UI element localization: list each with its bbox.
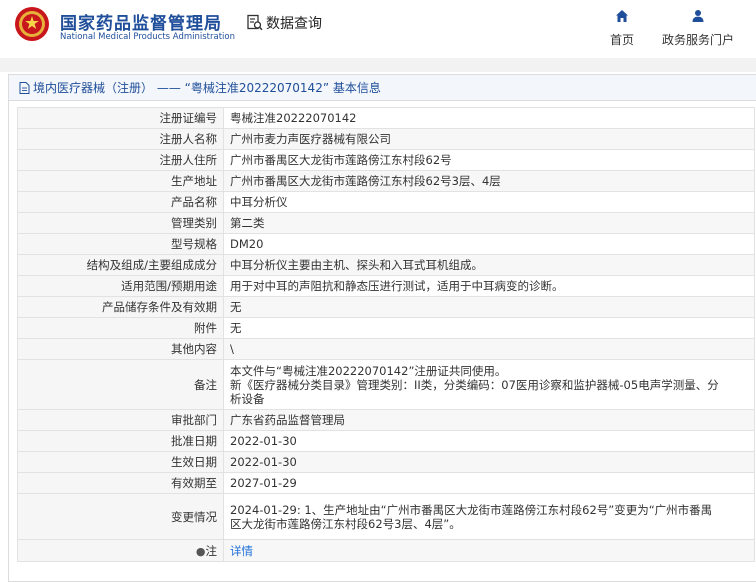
brand-name-cn: 国家药品监督管理局: [60, 14, 222, 34]
field-label: 审批部门: [17, 409, 224, 431]
detail-panel: 境内医疗器械（注册） —— “粤械注准20222070142” 基本信息 注册证…: [8, 74, 756, 582]
note-label: 注: [205, 543, 218, 558]
table-row: 生效日期 2022-01-30: [17, 451, 755, 473]
panel-title: 境内医疗器械（注册） —— “粤械注准20222070142” 基本信息: [33, 81, 381, 95]
field-label: 产品储存条件及有效期: [17, 296, 224, 318]
nav-home-label: 首页: [609, 33, 634, 47]
details-link[interactable]: 详情: [230, 544, 253, 558]
field-value: 本文件与“粤械注准20222070142”注册证共同使用。 新《医疗器械分类目录…: [223, 359, 755, 410]
field-value: 中耳分析仪: [223, 191, 755, 213]
header-divider-band: [0, 58, 756, 72]
nav-service-portal[interactable]: 政务服务门户: [658, 8, 738, 48]
field-value: 2027-01-29: [223, 472, 755, 494]
field-label: 结构及组成/主要组成成分: [17, 254, 224, 276]
field-value: \: [223, 338, 755, 360]
field-value: 中耳分析仪主要由主机、探头和入耳式耳机组成。: [223, 254, 755, 276]
field-value: 用于对中耳的声阻抗和静态压进行测试，适用于中耳病变的诊断。: [223, 275, 755, 297]
table-row: 结构及组成/主要组成成分 中耳分析仪主要由主机、探头和入耳式耳机组成。: [17, 254, 755, 276]
field-value: 详情: [223, 539, 755, 562]
user-icon: [692, 10, 704, 22]
table-row: 批准日期 2022-01-30: [17, 430, 755, 452]
change-line: 2024-01-29: 1、生产地址由“广州市番禺区大龙街市莲路傍江东村段62号…: [230, 502, 713, 517]
table-row: 附件 无: [17, 317, 755, 339]
field-label: 适用范围/预期用途: [17, 275, 224, 297]
table-row: ●注 详情: [17, 539, 755, 562]
field-label: 注册人住所: [17, 149, 224, 171]
lightbulb-icon: ●: [195, 544, 206, 558]
table-row: 注册人名称 广州市麦力声医疗器械有限公司: [17, 128, 755, 150]
panel-title-bar: 境内医疗器械（注册） —— “粤械注准20222070142” 基本信息: [9, 75, 756, 101]
data-query-label: 数据查询: [266, 16, 322, 32]
field-value: 广州市麦力声医疗器械有限公司: [223, 128, 755, 150]
table-row: 产品储存条件及有效期 无: [17, 296, 755, 318]
remark-line: 析设备: [230, 391, 265, 406]
field-label: ●注: [17, 539, 224, 562]
remark-line: 本文件与“粤械注准20222070142”注册证共同使用。: [230, 363, 507, 378]
site-header: 国家药品监督管理局 National Medical Products Admi…: [0, 0, 756, 56]
field-label: 管理类别: [17, 212, 224, 234]
table-row: 其他内容 \: [17, 338, 755, 360]
table-row: 注册证编号 粤械注准20222070142: [17, 107, 755, 129]
field-value: 2024-01-29: 1、生产地址由“广州市番禺区大龙街市莲路傍江东村段62号…: [223, 493, 755, 540]
table-row: 型号规格 DM20: [17, 233, 755, 255]
table-row: 生产地址 广州市番禺区大龙街市莲路傍江东村段62号3层、4层: [17, 170, 755, 192]
field-label: 附件: [17, 317, 224, 339]
field-label: 变更情况: [17, 493, 224, 540]
field-label: 型号规格: [17, 233, 224, 255]
table-row: 注册人住所 广州市番禺区大龙街市莲路傍江东村段62号: [17, 149, 755, 171]
table-row: 有效期至 2027-01-29: [17, 472, 755, 494]
document-icon: [19, 81, 30, 94]
table-row: 产品名称 中耳分析仪: [17, 191, 755, 213]
national-emblem-logo: [15, 7, 49, 41]
field-value: 粤械注准20222070142: [223, 107, 755, 129]
field-label: 注册证编号: [17, 107, 224, 129]
table-row: 备注 本文件与“粤械注准20222070142”注册证共同使用。 新《医疗器械分…: [17, 359, 755, 410]
search-doc-icon: [247, 14, 263, 31]
field-label: 生产地址: [17, 170, 224, 192]
table-row: 管理类别 第二类: [17, 212, 755, 234]
home-icon: [616, 10, 628, 22]
field-value: 2022-01-30: [223, 430, 755, 452]
field-value: 广东省药品监督管理局: [223, 409, 755, 431]
field-value: 广州市番禺区大龙街市莲路傍江东村段62号3层、4层: [223, 170, 755, 192]
field-label: 产品名称: [17, 191, 224, 213]
field-value: 广州市番禺区大龙街市莲路傍江东村段62号: [223, 149, 755, 171]
change-line: 区大龙街市莲路傍江东村段62号3层、4层”。: [230, 516, 461, 531]
nav-portal-label: 政务服务门户: [661, 33, 734, 47]
field-value: 无: [223, 296, 755, 318]
field-label: 备注: [17, 359, 224, 410]
table-row: 审批部门 广东省药品监督管理局: [17, 409, 755, 431]
data-query-link[interactable]: 数据查询: [246, 13, 322, 33]
field-value: DM20: [223, 233, 755, 255]
remark-line: 新《医疗器械分类目录》管理类别：II类，分类编码：07医用诊察和监护器械-05电…: [230, 377, 719, 392]
field-value: 无: [223, 317, 755, 339]
field-value: 第二类: [223, 212, 755, 234]
field-label: 其他内容: [17, 338, 224, 360]
table-row: 变更情况 2024-01-29: 1、生产地址由“广州市番禺区大龙街市莲路傍江东…: [17, 493, 755, 540]
field-value: 2022-01-30: [223, 451, 755, 473]
field-label: 有效期至: [17, 472, 224, 494]
registration-info-table: 注册证编号 粤械注准20222070142 注册人名称 广州市麦力声医疗器械有限…: [17, 107, 755, 562]
field-label: 注册人名称: [17, 128, 224, 150]
table-row: 适用范围/预期用途 用于对中耳的声阻抗和静态压进行测试，适用于中耳病变的诊断。: [17, 275, 755, 297]
brand-name-en: National Medical Products Administration: [60, 32, 235, 42]
nav-home[interactable]: 首页: [608, 8, 636, 48]
field-label: 批准日期: [17, 430, 224, 452]
field-label: 生效日期: [17, 451, 224, 473]
